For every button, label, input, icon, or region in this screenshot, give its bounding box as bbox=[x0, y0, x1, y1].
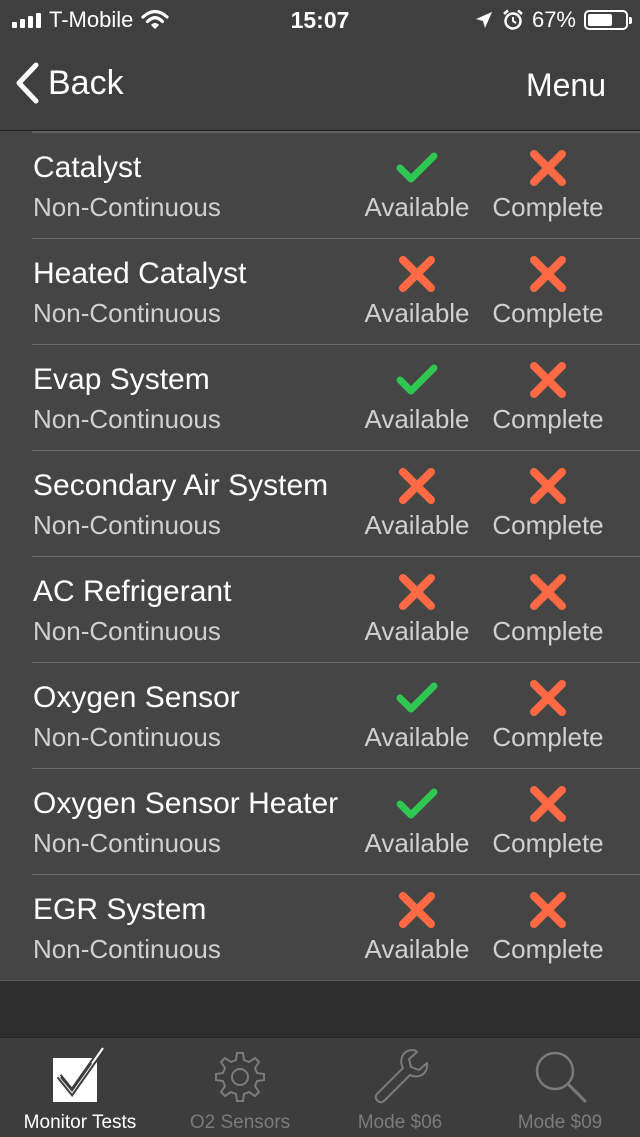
available-status: Available bbox=[352, 889, 482, 965]
tab-bar: Monitor Tests O2 Sensors Mode $06 Mode $… bbox=[0, 1037, 640, 1137]
available-status: Available bbox=[352, 147, 482, 223]
monitor-row: Oxygen Sensor Heater Non-Continuous Availa… bbox=[0, 769, 640, 875]
complete-label: Complete bbox=[492, 616, 604, 646]
tab-label: Mode $06 bbox=[357, 1112, 443, 1133]
complete-label: Complete bbox=[492, 722, 604, 752]
monitor-name: EGR System bbox=[33, 893, 207, 926]
cross-icon bbox=[352, 571, 482, 613]
available-status: Available bbox=[352, 571, 482, 647]
back-label: Back bbox=[48, 63, 124, 102]
complete-label: Complete bbox=[492, 934, 604, 964]
tab-o2-sensors[interactable]: O2 Sensors bbox=[160, 1038, 320, 1137]
complete-label: Complete bbox=[492, 510, 604, 540]
available-label: Available bbox=[364, 510, 470, 540]
magnifier-icon bbox=[535, 1051, 587, 1103]
nav-bar: Back Menu bbox=[0, 40, 640, 131]
monitor-type: Non-Continuous bbox=[33, 616, 221, 646]
monitor-row: Catalyst Non-Continuous Available Complete bbox=[0, 133, 640, 239]
cross-icon bbox=[352, 465, 482, 507]
monitor-type: Non-Continuous bbox=[33, 298, 221, 328]
cross-icon bbox=[483, 253, 613, 295]
available-status: Available bbox=[352, 677, 482, 753]
complete-status: Complete bbox=[483, 889, 613, 965]
cross-icon bbox=[483, 359, 613, 401]
available-label: Available bbox=[364, 828, 470, 858]
monitor-name: Evap System bbox=[33, 363, 210, 396]
monitor-type: Non-Continuous bbox=[33, 722, 221, 752]
available-label: Available bbox=[364, 616, 470, 646]
monitor-type: Non-Continuous bbox=[33, 510, 221, 540]
tab-label: O2 Sensors bbox=[189, 1112, 291, 1133]
tab-mode-09[interactable]: Mode $09 bbox=[480, 1038, 640, 1137]
complete-label: Complete bbox=[492, 404, 604, 434]
complete-label: Complete bbox=[492, 298, 604, 328]
monitor-row: Heated Catalyst Non-Continuous Available Co… bbox=[0, 239, 640, 345]
tab-mode-06[interactable]: Mode $06 bbox=[320, 1038, 480, 1137]
checkbox-icon bbox=[53, 1046, 106, 1102]
battery-icon bbox=[584, 10, 632, 30]
complete-status: Complete bbox=[483, 677, 613, 753]
monitor-type: Non-Continuous bbox=[33, 828, 221, 858]
back-button[interactable]: Back bbox=[14, 62, 124, 104]
monitor-name: Secondary Air System bbox=[33, 469, 329, 502]
cross-icon bbox=[483, 677, 613, 719]
list-bottom-divider bbox=[0, 980, 640, 981]
tab-label: Monitor Tests bbox=[23, 1112, 137, 1133]
available-status: Available bbox=[352, 465, 482, 541]
status-right: 67% bbox=[474, 7, 632, 33]
complete-status: Complete bbox=[483, 465, 613, 541]
monitor-row: Evap System Non-Continuous Available Comple… bbox=[0, 345, 640, 451]
alarm-icon bbox=[503, 9, 523, 30]
cross-icon bbox=[352, 253, 482, 295]
available-label: Available bbox=[364, 192, 470, 222]
monitor-row: Oxygen Sensor Non-Continuous Available Comp… bbox=[0, 663, 640, 769]
wrench-icon bbox=[374, 1049, 429, 1104]
cross-icon bbox=[483, 889, 613, 931]
complete-label: Complete bbox=[492, 192, 604, 222]
menu-button[interactable]: Menu bbox=[526, 67, 606, 104]
complete-label: Complete bbox=[492, 828, 604, 858]
complete-status: Complete bbox=[483, 147, 613, 223]
available-label: Available bbox=[364, 298, 470, 328]
cross-icon bbox=[483, 571, 613, 613]
monitor-type: Non-Continuous bbox=[33, 192, 221, 222]
cross-icon bbox=[483, 783, 613, 825]
chevron-left-icon bbox=[16, 62, 39, 104]
monitor-type: Non-Continuous bbox=[33, 404, 221, 434]
monitor-list: Catalyst Non-Continuous Available Complete H… bbox=[0, 131, 640, 981]
checkmark-icon bbox=[352, 147, 482, 189]
checkmark-icon bbox=[352, 359, 482, 401]
monitor-row: AC Refrigerant Non-Continuous Available Com… bbox=[0, 557, 640, 663]
complete-status: Complete bbox=[483, 359, 613, 435]
battery-percent: 67% bbox=[531, 7, 576, 32]
available-status: Available bbox=[352, 253, 482, 329]
monitor-name: Oxygen Sensor Heater bbox=[33, 787, 339, 820]
tab-label: Mode $09 bbox=[517, 1112, 603, 1133]
status-bar: T-Mobile 15:07 67% bbox=[0, 0, 640, 40]
monitor-name: Catalyst bbox=[33, 151, 142, 184]
monitor-type: Non-Continuous bbox=[33, 934, 221, 964]
gear-icon bbox=[215, 1052, 265, 1102]
monitor-row: EGR System Non-Continuous Available Complet… bbox=[0, 875, 640, 981]
available-label: Available bbox=[364, 404, 470, 434]
monitor-name: Heated Catalyst bbox=[33, 257, 247, 290]
cross-icon bbox=[352, 889, 482, 931]
checkmark-icon bbox=[352, 783, 482, 825]
checkmark-icon bbox=[352, 677, 482, 719]
complete-status: Complete bbox=[483, 571, 613, 647]
complete-status: Complete bbox=[483, 253, 613, 329]
available-status: Available bbox=[352, 359, 482, 435]
monitor-name: Oxygen Sensor bbox=[33, 681, 240, 714]
available-label: Available bbox=[364, 934, 470, 964]
monitor-name: AC Refrigerant bbox=[33, 575, 232, 608]
available-status: Available bbox=[352, 783, 482, 859]
monitor-row: Secondary Air System Non-Continuous Availa… bbox=[0, 451, 640, 557]
location-arrow-icon bbox=[475, 12, 492, 28]
tab-monitor-tests[interactable]: Monitor Tests bbox=[0, 1038, 160, 1137]
cross-icon bbox=[483, 147, 613, 189]
available-label: Available bbox=[364, 722, 470, 752]
cross-icon bbox=[483, 465, 613, 507]
complete-status: Complete bbox=[483, 783, 613, 859]
